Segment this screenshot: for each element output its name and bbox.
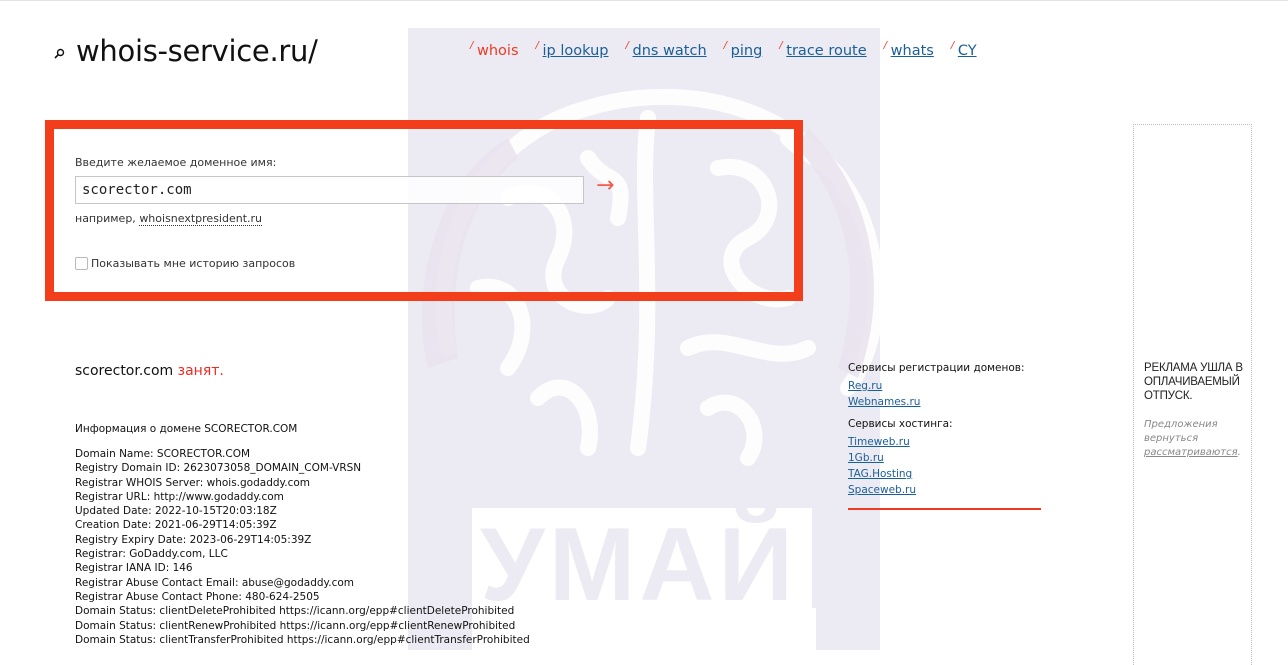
- ad-sub-prefix: Предложения вернуться: [1144, 419, 1218, 444]
- hosting-services-title: Сервисы хостинга:: [848, 418, 953, 430]
- nav-link-ping[interactable]: ping: [731, 43, 763, 59]
- nav-item-whois[interactable]: / whois: [470, 40, 519, 59]
- top-border: [0, 0, 1288, 1]
- nav-separator: /: [723, 40, 728, 51]
- ad-subtitle: Предложения вернуться рассматриваются.: [1144, 418, 1251, 460]
- nav-item-cy[interactable]: / CY: [950, 40, 977, 59]
- nav-separator: /: [625, 40, 629, 51]
- nav-item-trace-route[interactable]: / trace route: [779, 40, 866, 59]
- ad-title: РЕКЛАМА УШЛА В ОПЛАЧИВАЕМЫЙ ОТПУСК.: [1144, 362, 1243, 402]
- nav-link-ip-lookup[interactable]: ip lookup: [543, 43, 609, 59]
- watermark-stem-right: [816, 28, 880, 650]
- nav-link-trace-route[interactable]: trace route: [786, 43, 866, 59]
- example-hint: например, whoisnextpresident.ru: [75, 212, 263, 226]
- main-nav: / whois / ip lookup / dns watch / ping /…: [470, 40, 994, 59]
- whois-line: Registry Domain ID: 2623073058_DOMAIN_CO…: [75, 462, 362, 475]
- site-logo[interactable]: whois-service.ru/: [52, 34, 318, 68]
- domain-status-line: scorector.com занят.: [75, 363, 224, 379]
- nav-separator: /: [535, 40, 539, 51]
- search-form: Введите желаемое доменное имя: → наприме…: [54, 129, 794, 292]
- whois-line: Registrar IANA ID: 146: [75, 562, 193, 575]
- service-link-1gb[interactable]: 1Gb.ru: [848, 452, 1041, 464]
- whois-line: Domain Status: clientRenewProhibited htt…: [75, 619, 516, 632]
- nav-link-dns-watch[interactable]: dns watch: [632, 43, 706, 59]
- nav-separator: /: [779, 40, 783, 51]
- registration-services-title: Сервисы регистрации доменов:: [848, 362, 1025, 374]
- nav-separator: /: [470, 40, 474, 51]
- services-divider: [848, 508, 1041, 510]
- whois-line: Creation Date: 2021-06-29T14:05:39Z: [75, 519, 277, 532]
- domain-taken-status: занят.: [177, 363, 224, 379]
- search-magnifier-icon: [54, 48, 65, 59]
- whois-line: Domain Name: SCORECTOR.COM: [75, 448, 251, 460]
- history-checkbox-row[interactable]: Показывать мне историю запросов: [75, 257, 295, 270]
- service-link-tag-hosting[interactable]: TAG.Hosting: [848, 468, 1041, 480]
- nav-separator: /: [950, 40, 955, 51]
- service-link-spaceweb[interactable]: Spaceweb.ru: [848, 484, 1041, 496]
- ad-placeholder: РЕКЛАМА УШЛА В ОПЛАЧИВАЕМЫЙ ОТПУСК. Пред…: [1133, 124, 1252, 665]
- service-link-webnames[interactable]: Webnames.ru: [848, 396, 1041, 408]
- whois-line: Registrar Abuse Contact Email: abuse@god…: [75, 576, 355, 589]
- whois-line: Domain Status: clientDeleteProhibited ht…: [75, 605, 515, 618]
- nav-link-whois[interactable]: whois: [477, 43, 519, 59]
- whois-line: Registry Expiry Date: 2023-06-29T14:05:3…: [75, 533, 312, 546]
- nav-separator: /: [883, 40, 888, 51]
- whois-line: Registrar URL: http://www.godaddy.com: [75, 490, 284, 503]
- whois-line: Registrar Abuse Contact Phone: 480-624-2…: [75, 590, 320, 603]
- nav-link-whats[interactable]: whats: [891, 43, 934, 59]
- whois-line: Registrar WHOIS Server: whois.godaddy.co…: [75, 476, 311, 489]
- nav-item-whats[interactable]: / whats: [883, 40, 934, 59]
- nav-item-ping[interactable]: / ping: [723, 40, 763, 59]
- whois-record: Domain Name: SCORECTOR.COM Registry Doma…: [75, 447, 530, 647]
- arrow-right-icon[interactable]: →: [596, 175, 614, 197]
- history-checkbox-label[interactable]: Показывать мне историю запросов: [91, 257, 295, 270]
- whois-line: Updated Date: 2022-10-15T20:03:18Z: [75, 505, 277, 518]
- whois-line: Domain Status: clientTransferProhibited …: [75, 633, 530, 646]
- example-prefix: например,: [75, 212, 140, 225]
- domain-input-label: Введите желаемое доменное имя:: [75, 156, 277, 169]
- domain-search-input[interactable]: [75, 176, 584, 204]
- history-checkbox[interactable]: [75, 257, 88, 270]
- ad-sub-link[interactable]: рассматриваются: [1144, 447, 1238, 458]
- whois-info-title: Информация о домене SCORECTOR.COM: [75, 423, 298, 435]
- nav-link-cy[interactable]: CY: [958, 43, 977, 59]
- service-link-timeweb[interactable]: Timeweb.ru: [848, 436, 1041, 448]
- search-form-highlight: Введите желаемое доменное имя: → наприме…: [45, 120, 803, 301]
- site-title: whois-service.ru/: [76, 34, 318, 68]
- whois-line: Registrar: GoDaddy.com, LLC: [75, 548, 228, 561]
- services-panel: Сервисы регистрации доменов: Reg.ru Webn…: [848, 362, 1041, 510]
- ad-sub-suffix: .: [1237, 447, 1241, 458]
- nav-item-ip-lookup[interactable]: / ip lookup: [535, 40, 609, 59]
- nav-item-dns-watch[interactable]: / dns watch: [625, 40, 706, 59]
- result-domain: scorector.com: [75, 363, 174, 379]
- service-link-reg-ru[interactable]: Reg.ru: [848, 380, 1041, 392]
- example-domain-link[interactable]: whoisnextpresident.ru: [139, 212, 263, 226]
